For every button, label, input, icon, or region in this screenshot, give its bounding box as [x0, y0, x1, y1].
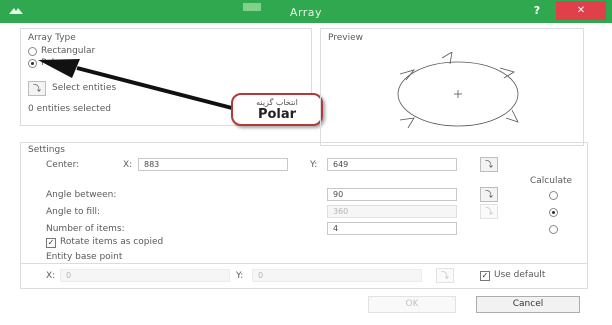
use-default-label[interactable]: Use default [494, 270, 545, 280]
pick-angle-between-button[interactable]: ⤵ [480, 187, 498, 202]
number-of-items-label: Number of items: [46, 224, 125, 234]
calculate-number-of-items-radio[interactable] [549, 225, 558, 234]
calculate-label: Calculate [530, 176, 573, 186]
cancel-button[interactable]: Cancel [476, 296, 580, 313]
rotate-items-label[interactable]: Rotate items as copied [60, 237, 163, 247]
base-x-label: X: [46, 271, 56, 281]
array-type-label: Array Type [28, 33, 76, 43]
annotation-arrow [38, 59, 233, 110]
base-y-label: Y: [236, 271, 244, 281]
pick-angle-to-fill-button: ⤵ [480, 204, 498, 219]
pick-point-icon: ⤵ [485, 190, 493, 199]
window-title: Array [289, 6, 323, 19]
center-x-field[interactable]: 883 [138, 158, 288, 171]
angle-between-field[interactable]: 90 [327, 188, 457, 201]
base-y-field: 0 [252, 269, 422, 282]
angle-between-label: Angle between: [46, 190, 117, 200]
rotate-items-checkbox[interactable]: ✓ [46, 238, 56, 248]
calculate-angle-to-fill-radio[interactable] [549, 208, 558, 217]
base-point-label: Entity base point [46, 252, 123, 262]
center-label: Center: [46, 160, 80, 170]
annotation-callout: انتخاب گزینه Polar [231, 93, 323, 126]
array-dialog: Array Type Rectangular Polar ⤵ Select en… [20, 24, 588, 314]
calculate-angle-between-radio[interactable] [549, 191, 558, 200]
center-x-label: X: [123, 160, 133, 170]
angle-to-fill-label: Angle to fill: [46, 207, 101, 217]
pick-point-icon: ⤵ [485, 207, 493, 216]
pick-base-point-button: ⤵ [436, 268, 454, 283]
settings-label: Settings [28, 145, 65, 155]
pick-point-icon: ⤵ [441, 271, 449, 280]
use-default-checkbox[interactable]: ✓ [480, 271, 490, 281]
ok-button: OK [368, 296, 456, 313]
title-bar: Array ? ✕ [0, 0, 612, 23]
annotation-polar-text: Polar [257, 107, 297, 122]
number-of-items-field[interactable]: 4 [327, 222, 457, 235]
help-button[interactable]: ? [530, 4, 544, 18]
close-button[interactable]: ✕ [556, 1, 606, 20]
center-y-label: Y: [310, 160, 318, 170]
angle-to-fill-field: 360 [327, 205, 457, 218]
center-y-field[interactable]: 649 [327, 158, 457, 171]
pick-point-icon: ⤵ [485, 160, 493, 169]
base-x-field: 0 [60, 269, 230, 282]
pick-center-button[interactable]: ⤵ [480, 157, 498, 172]
preview-label: Preview [328, 33, 364, 43]
preview-canvas [397, 52, 519, 129]
